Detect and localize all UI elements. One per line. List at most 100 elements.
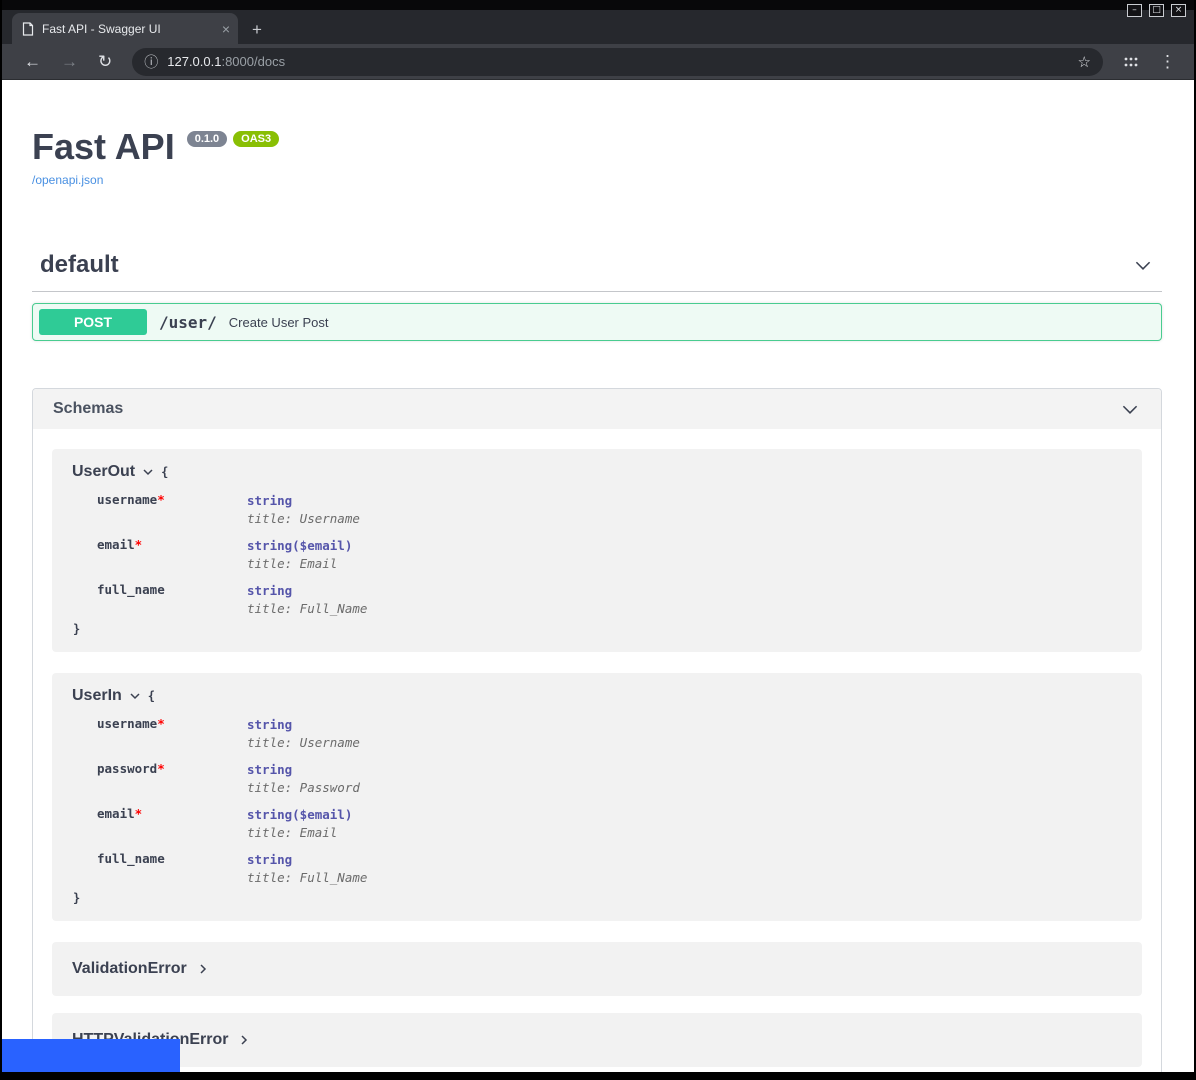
post-method-badge: POST	[39, 309, 147, 335]
property-title: title: Full_Name	[247, 870, 367, 885]
property-name: full_name	[97, 851, 247, 885]
property-name: password*	[97, 761, 247, 795]
page-content: Fast API 0.1.0 OAS3 /openapi.json defaul…	[2, 80, 1194, 1072]
site-info-icon[interactable]: ⓘ	[144, 52, 158, 72]
swagger-wrapper: Fast API 0.1.0 OAS3 /openapi.json defaul…	[2, 80, 1194, 1072]
forward-icon[interactable]: →	[61, 53, 78, 71]
property-list: username* string title: Username email* …	[97, 492, 1122, 616]
openapi-json-link[interactable]: /openapi.json	[32, 173, 103, 187]
property-detail: string($email) title: Email	[247, 806, 352, 840]
back-icon[interactable]: ←	[24, 53, 41, 71]
apps-grid-icon[interactable]	[1123, 54, 1139, 70]
required-star: *	[135, 537, 143, 552]
url-host: 127.0.0.1	[167, 54, 221, 69]
maximize-button[interactable]: □	[1149, 4, 1164, 17]
window-titlebar: – □ ×	[2, 0, 1194, 10]
model-userout-toggle[interactable]: UserOut {	[72, 463, 1122, 481]
oas3-badge: OAS3	[233, 131, 279, 147]
required-star: *	[157, 716, 165, 731]
property-title: title: Username	[247, 735, 360, 750]
chevron-down-icon[interactable]	[1132, 254, 1154, 276]
new-tab-button[interactable]: +	[252, 21, 262, 38]
tag-section-default: default POST /user/ Create User Post	[32, 241, 1162, 341]
tag-default-header[interactable]: default	[32, 241, 1162, 292]
property-title: title: Password	[247, 780, 360, 795]
required-star: *	[135, 806, 143, 821]
property-name-text: password	[97, 761, 157, 776]
model-validationerror[interactable]: ValidationError	[52, 942, 1142, 996]
tab-close-icon[interactable]: ×	[222, 22, 230, 36]
model-userin-toggle[interactable]: UserIn {	[72, 687, 1122, 705]
property-title: title: Email	[247, 556, 352, 571]
property-row: username* string title: Username	[97, 492, 1122, 526]
property-name: email*	[97, 537, 247, 571]
property-row: full_name string title: Full_Name	[97, 851, 1122, 885]
open-brace: {	[148, 689, 155, 703]
property-list: username* string title: Username passwor…	[97, 716, 1122, 885]
api-title: Fast API	[32, 128, 175, 166]
required-star: *	[157, 492, 165, 507]
property-title: title: Full_Name	[247, 601, 367, 616]
close-button[interactable]: ×	[1171, 4, 1186, 17]
property-title: title: Email	[247, 825, 352, 840]
page-icon	[22, 22, 34, 36]
property-name-text: email	[97, 537, 135, 552]
property-name: username*	[97, 716, 247, 750]
menu-kebab-icon[interactable]: ⋮	[1159, 52, 1176, 72]
browser-toolbar: ← → ↻ ⓘ 127.0.0.1:8000/docs ☆ ⋮	[2, 44, 1194, 80]
schemas-header[interactable]: Schemas	[33, 389, 1161, 429]
property-detail: string title: Username	[247, 716, 360, 750]
operation-path: /user/	[159, 313, 217, 332]
property-name-text: username	[97, 492, 157, 507]
open-brace: {	[161, 465, 168, 479]
property-type: string($email)	[247, 537, 352, 555]
schemas-section: Schemas UserOut {	[32, 388, 1162, 1072]
property-name-text: full_name	[97, 582, 165, 597]
schemas-title: Schemas	[53, 400, 123, 418]
status-bubble	[2, 1039, 180, 1072]
property-detail: string($email) title: Email	[247, 537, 352, 571]
property-type: string	[247, 716, 360, 734]
property-type: string	[247, 851, 367, 869]
required-star: *	[157, 761, 165, 776]
close-brace: }	[73, 622, 1122, 636]
property-row: password* string title: Password	[97, 761, 1122, 795]
url-text: 127.0.0.1:8000/docs	[167, 54, 285, 69]
window-controls: – □ ×	[1127, 4, 1186, 17]
property-detail: string title: Full_Name	[247, 851, 367, 885]
model-userin: UserIn { username* string tit	[52, 673, 1142, 921]
property-row: full_name string title: Full_Name	[97, 582, 1122, 616]
property-row: email* string($email) title: Email	[97, 537, 1122, 571]
close-brace: }	[73, 891, 1122, 905]
property-detail: string title: Username	[247, 492, 360, 526]
tab-title: Fast API - Swagger UI	[42, 22, 214, 36]
tag-name: default	[40, 251, 119, 279]
api-header: Fast API 0.1.0 OAS3	[32, 128, 1162, 166]
browser-window: – □ × Fast API - Swagger UI × + ← → ↻ ⓘ …	[0, 0, 1196, 1080]
address-bar[interactable]: ⓘ 127.0.0.1:8000/docs ☆	[132, 48, 1103, 76]
chevron-down-icon[interactable]	[1119, 398, 1141, 420]
property-name: full_name	[97, 582, 247, 616]
tab-strip: Fast API - Swagger UI × +	[2, 10, 1194, 44]
schemas-body: UserOut { username* string ti	[33, 429, 1161, 1072]
chevron-right-icon[interactable]	[197, 963, 209, 975]
model-httpvalidationerror[interactable]: HTTPValidationError	[52, 1013, 1142, 1067]
minimize-button[interactable]: –	[1127, 4, 1142, 17]
property-type: string	[247, 761, 360, 779]
opblock-post-user[interactable]: POST /user/ Create User Post	[32, 303, 1162, 341]
reload-icon[interactable]: ↻	[98, 53, 112, 71]
property-row: username* string title: Username	[97, 716, 1122, 750]
chevron-down-icon[interactable]	[142, 466, 154, 478]
property-detail: string title: Password	[247, 761, 360, 795]
chevron-right-icon[interactable]	[238, 1034, 250, 1046]
chevron-down-icon[interactable]	[129, 690, 141, 702]
property-type: string($email)	[247, 806, 352, 824]
property-row: email* string($email) title: Email	[97, 806, 1122, 840]
property-name-text: email	[97, 806, 135, 821]
bookmark-star-icon[interactable]: ☆	[1078, 53, 1091, 71]
model-name: ValidationError	[72, 960, 187, 978]
operation-summary: Create User Post	[229, 315, 329, 330]
tab-fast-api[interactable]: Fast API - Swagger UI ×	[12, 13, 238, 44]
model-name: UserOut	[72, 463, 135, 481]
property-type: string	[247, 582, 367, 600]
